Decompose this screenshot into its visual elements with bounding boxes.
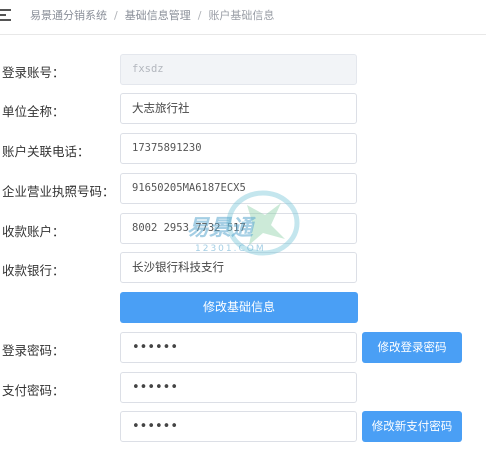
form-row-company-name: 单位全称： 大志旅行社 <box>0 93 486 125</box>
breadcrumb-separator: / <box>114 9 118 22</box>
license-input[interactable]: 91650205MA6187ECX5 <box>120 173 357 204</box>
form-row-license: 企业营业执照号码： 91650205MA6187ECX5 <box>0 173 486 205</box>
form-row-pay-password: 支付密码： •••••• <box>0 372 486 404</box>
form-row-account: 登录账号： fxsdz <box>0 54 486 86</box>
breadcrumb-item-current: 账户基础信息 <box>208 9 275 22</box>
breadcrumb: 易景通分销系统 / 基础信息管理 / 账户基础信息 <box>30 7 274 23</box>
breadcrumb-item-system[interactable]: 易景通分销系统 <box>30 9 107 22</box>
change-login-password-button[interactable]: 修改登录密码 <box>362 332 462 363</box>
breadcrumb-separator: / <box>197 9 202 22</box>
company-name-input[interactable]: 大志旅行社 <box>120 93 357 124</box>
form-row-phone: 账户关联电话： 17375891230 <box>0 133 486 165</box>
bank-name-input[interactable]: 长沙银行科技支行 <box>120 252 357 283</box>
change-pay-password-button[interactable]: 修改新支付密码 <box>362 411 462 442</box>
new-pay-password-input[interactable]: •••••• <box>120 411 357 442</box>
account-label: 登录账号： <box>2 65 65 80</box>
save-basic-info-button[interactable]: 修改基础信息 <box>120 292 358 323</box>
pay-password-input[interactable]: •••••• <box>120 372 357 403</box>
bank-account-label: 收款账户： <box>2 224 65 239</box>
account-input: fxsdz <box>120 54 357 85</box>
form-row-bank-account: 收款账户： 8002 2953 7732 517 <box>0 213 486 245</box>
bank-name-label: 收款银行： <box>2 263 65 278</box>
login-password-input[interactable]: •••••• <box>120 332 357 363</box>
form-row-bank-name: 收款银行： 长沙银行科技支行 <box>0 252 486 284</box>
top-bar: 易景通分销系统 / 基础信息管理 / 账户基础信息 <box>0 0 486 35</box>
breadcrumb-item-basic-info-manage[interactable]: 基础信息管理 <box>125 9 191 22</box>
phone-input[interactable]: 17375891230 <box>120 133 357 164</box>
bank-account-input[interactable]: 8002 2953 7732 517 <box>120 213 357 244</box>
login-password-label: 登录密码： <box>2 343 65 358</box>
phone-label: 账户关联电话： <box>2 144 90 159</box>
company-name-label: 单位全称： <box>2 104 65 119</box>
menu-collapse-icon[interactable] <box>0 8 12 22</box>
pay-password-label: 支付密码： <box>2 383 65 398</box>
license-label: 企业营业执照号码： <box>2 184 115 199</box>
